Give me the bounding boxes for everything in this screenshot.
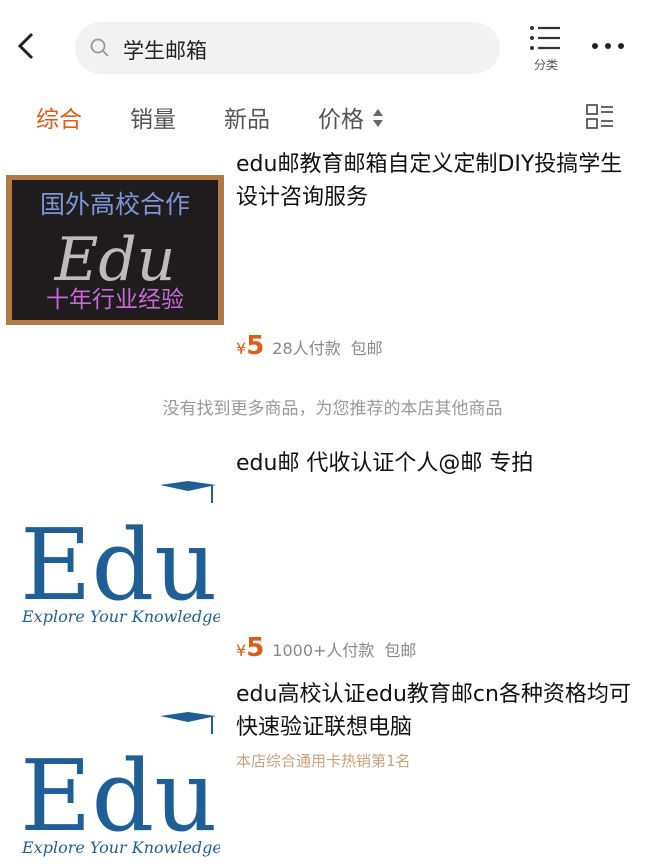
product-price: 5 — [246, 331, 265, 361]
product-card[interactable]: Edu Explore Your Knowledge edu高校认证edu教育邮… — [0, 678, 665, 868]
sales-count: 28人付款 — [272, 339, 341, 358]
filter-bar: 综合 销量 新品 价格 — [0, 90, 665, 144]
top-bar: 学生邮箱 分类 — [0, 0, 665, 88]
category-label: 分类 — [533, 58, 558, 72]
sales-count: 1000+人付款 — [272, 641, 375, 660]
shipping-label: 包邮 — [384, 641, 417, 660]
image-text-top: 国外高校合作 — [40, 190, 190, 219]
search-query[interactable]: 学生邮箱 — [123, 35, 207, 65]
product-image: 国外高校合作 Edu 十年行业经验 — [6, 175, 224, 325]
filter-price[interactable]: 价格 — [318, 100, 364, 134]
image-tagline: Explore Your Knowledge — [21, 607, 220, 626]
list-view-icon[interactable] — [585, 102, 615, 132]
product-image: Edu Explore Your Knowledge — [20, 712, 220, 857]
search-icon — [90, 38, 109, 57]
product-price: 5 — [246, 633, 265, 663]
product-image: Edu Explore Your Knowledge — [20, 481, 220, 626]
more-icon[interactable] — [590, 40, 626, 52]
currency-symbol: ¥ — [236, 641, 247, 660]
image-tagline: Explore Your Knowledge — [21, 838, 220, 857]
product-card[interactable]: Edu Explore Your Knowledge edu邮 代收认证个人@邮… — [0, 447, 665, 672]
filter-new[interactable]: 新品 — [224, 100, 270, 134]
sort-arrows-icon — [373, 109, 383, 127]
image-text-center: Edu — [54, 225, 176, 295]
shipping-label: 包邮 — [350, 339, 383, 358]
product-title[interactable]: edu高校认证edu教育邮cn各种资格均可快速验证联想电脑 — [236, 678, 636, 744]
product-title[interactable]: edu邮教育邮箱自定义定制DIY投搞学生设计咨询服务 — [236, 148, 636, 214]
filter-comprehensive[interactable]: 综合 — [36, 100, 82, 134]
filter-sales[interactable]: 销量 — [130, 100, 176, 134]
back-arrow-icon[interactable] — [12, 28, 42, 64]
category-button[interactable]: 分类 — [524, 22, 568, 76]
product-meta: ¥5 28人付款 包邮 — [236, 331, 383, 361]
image-edu-logo: Edu — [20, 509, 217, 623]
image-edu-logo: Edu — [20, 740, 217, 854]
search-bar[interactable]: 学生邮箱 — [75, 22, 500, 74]
recommend-note: 没有找到更多商品，为您推荐的本店其他商品 — [162, 399, 503, 419]
currency-symbol: ¥ — [236, 339, 247, 358]
product-meta: ¥5 1000+人付款 包邮 — [236, 633, 416, 663]
product-card[interactable]: 国外高校合作 Edu 十年行业经验 edu邮教育邮箱自定义定制DIY投搞学生设计… — [0, 148, 665, 373]
image-text-bottom: 十年行业经验 — [46, 287, 184, 313]
list-menu-icon — [530, 26, 560, 50]
product-title[interactable]: edu邮 代收认证个人@邮 专拍 — [236, 447, 636, 480]
bestseller-tag: 本店综合通用卡热销第1名 — [236, 752, 411, 770]
